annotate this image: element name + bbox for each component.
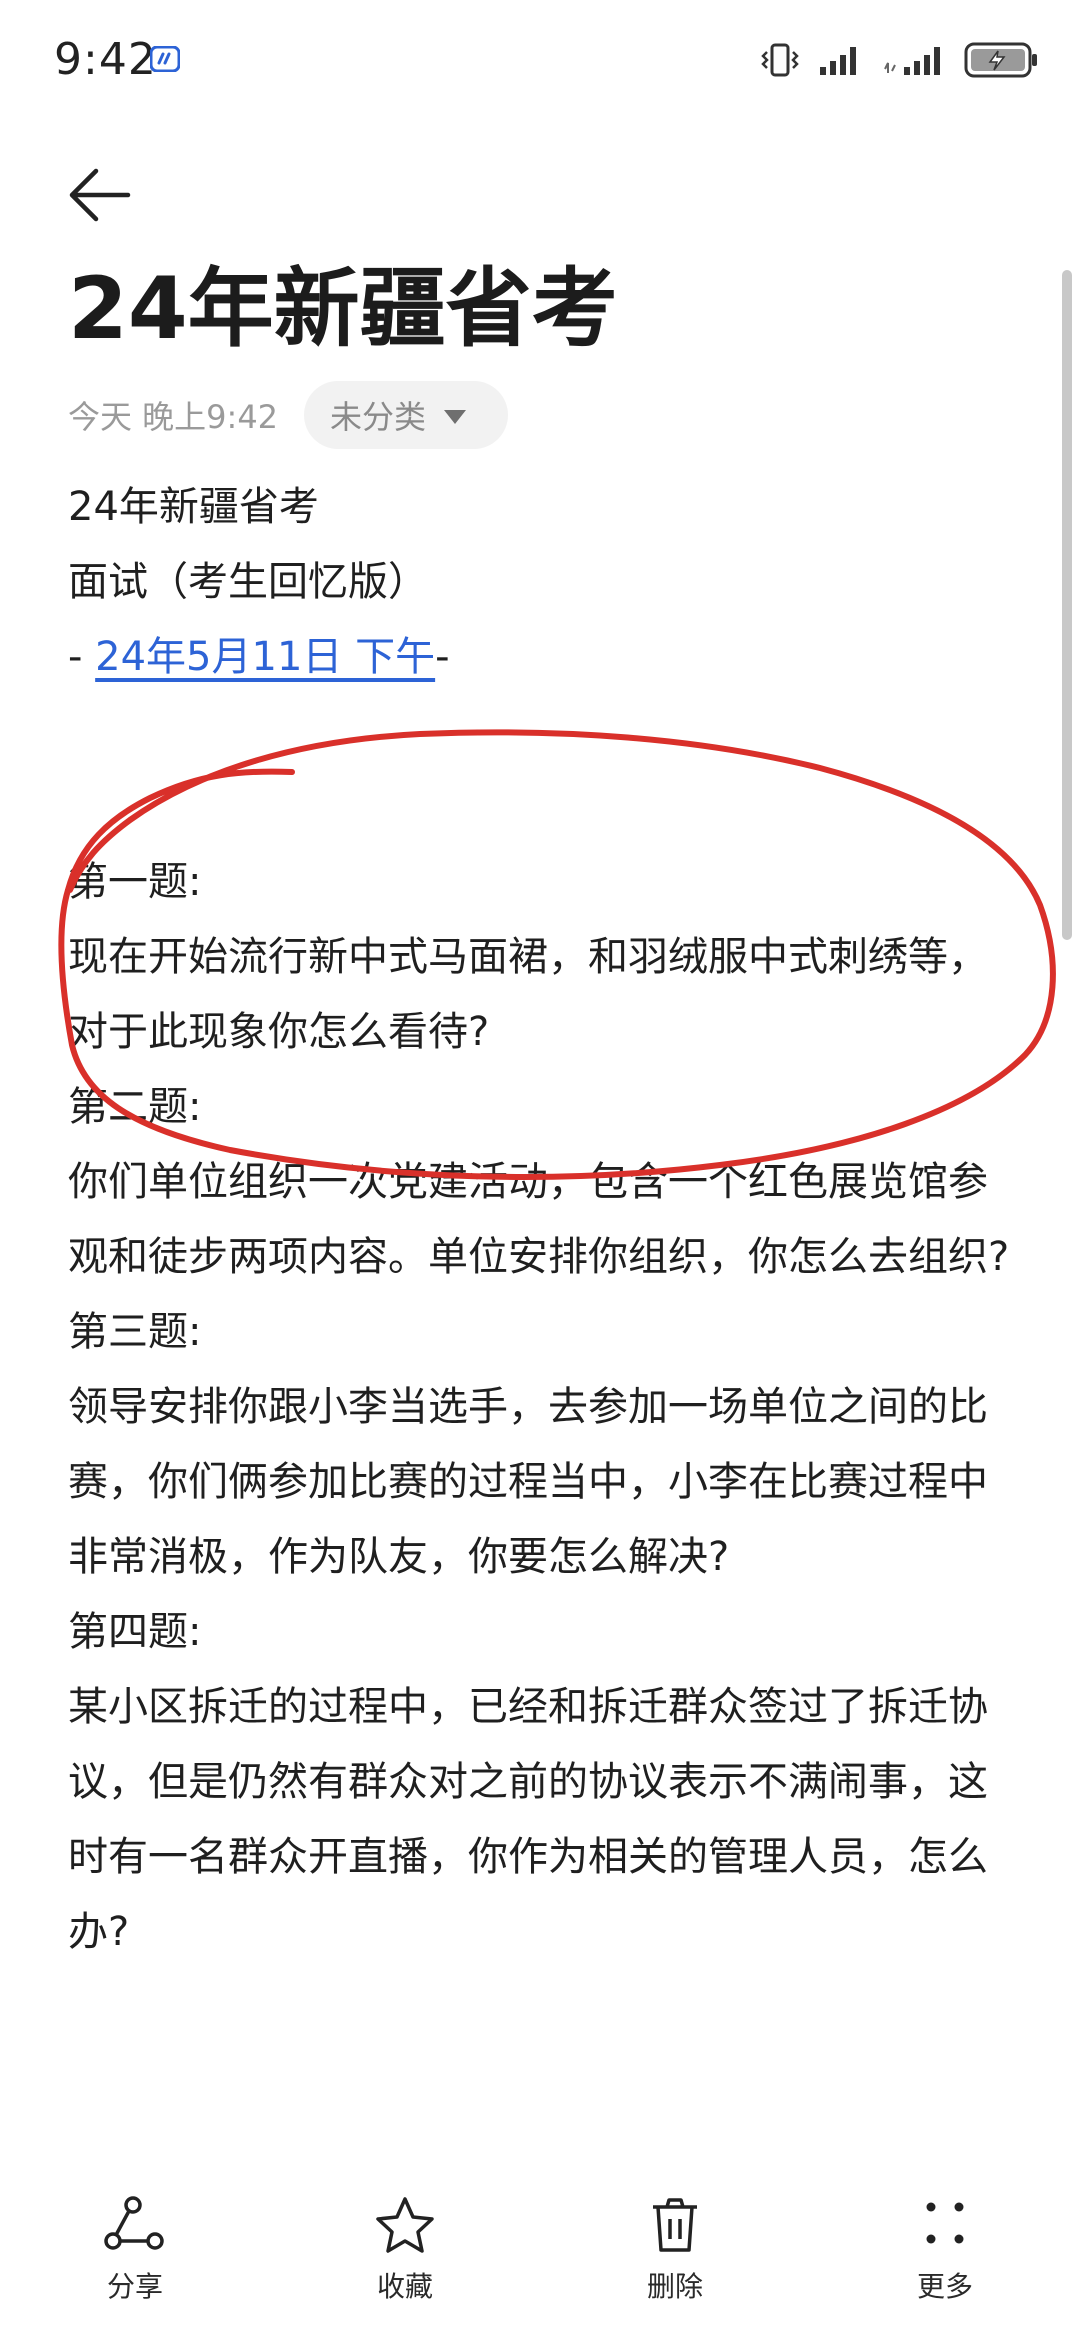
battery-icon [964,42,1037,78]
date-link[interactable]: 24年5月11日 下午 [95,634,435,680]
vibrate-icon [761,43,799,77]
delete-label: 删除 [646,2270,703,2303]
trash-icon [653,2198,697,2252]
note-body[interactable]: 24年新疆省考 面试（考生回忆版） - 24年5月11日 下午- 第一题: 现在… [68,470,1018,1970]
bottom-toolbar: 分享 收藏 删除 更多 [0,2175,1080,2331]
question-heading: 第一题: [68,859,202,905]
back-arrow-icon[interactable] [60,160,140,230]
question-heading: 第三题: [68,1309,202,1355]
dash-prefix: - [68,634,96,680]
category-dropdown[interactable]: 未分类 [304,381,509,449]
more-label: 更多 [916,2270,973,2303]
star-icon [376,2197,434,2253]
favorite-button[interactable]: 收藏 [270,2175,540,2331]
body-line: 面试（考生回忆版） [68,559,428,605]
note-date: 今天 晚上9:42 [68,398,279,436]
question-heading: 第二题: [68,1084,202,1130]
question-text: 领导安排你跟小李当选手，去参加一场单位之间的比赛，你们俩参加比赛的过程当中，小李… [68,1384,988,1580]
question-text: 某小区拆迁的过程中，已经和拆迁群众签过了拆迁协议，但是仍然有群众对之前的协议表示… [68,1684,988,1955]
more-button[interactable]: 更多 [810,2175,1080,2331]
note-meta: 今天 晚上9:42 未分类 [68,380,509,450]
body-line: 24年新疆省考 [68,484,319,530]
share-label: 分享 [106,2270,163,2303]
dropdown-arrow-icon [444,410,467,424]
dash-suffix: - [435,634,450,680]
body-date-line: - 24年5月11日 下午- [68,620,1018,695]
question-text: 现在开始流行新中式马面裙，和羽绒服中式刺绣等，对于此现象你怎么看待? [68,934,988,1055]
blank-gap [68,695,1018,845]
question-text: 你们单位组织一次党建活动，包含一个红色展览馆参观和徒步两项内容。单位安排你组织，… [68,1159,1010,1280]
share-button[interactable]: 分享 [0,2175,270,2331]
app-notification-icon [150,46,180,72]
question-heading: 第四题: [68,1609,202,1655]
category-label: 未分类 [330,398,427,436]
share-icon [104,2196,164,2250]
more-icon [926,2202,964,2244]
status-indicators [760,40,1040,80]
status-time: 9:42 [54,34,157,85]
status-bar: 9:42 [0,0,1080,120]
favorite-label: 收藏 [376,2270,433,2303]
scrollbar[interactable] [1062,270,1072,940]
signal-secondary-icon [884,47,940,75]
delete-button[interactable]: 删除 [540,2175,810,2331]
signal-icon [820,47,856,75]
note-title[interactable]: 24年新疆省考 [68,262,618,357]
